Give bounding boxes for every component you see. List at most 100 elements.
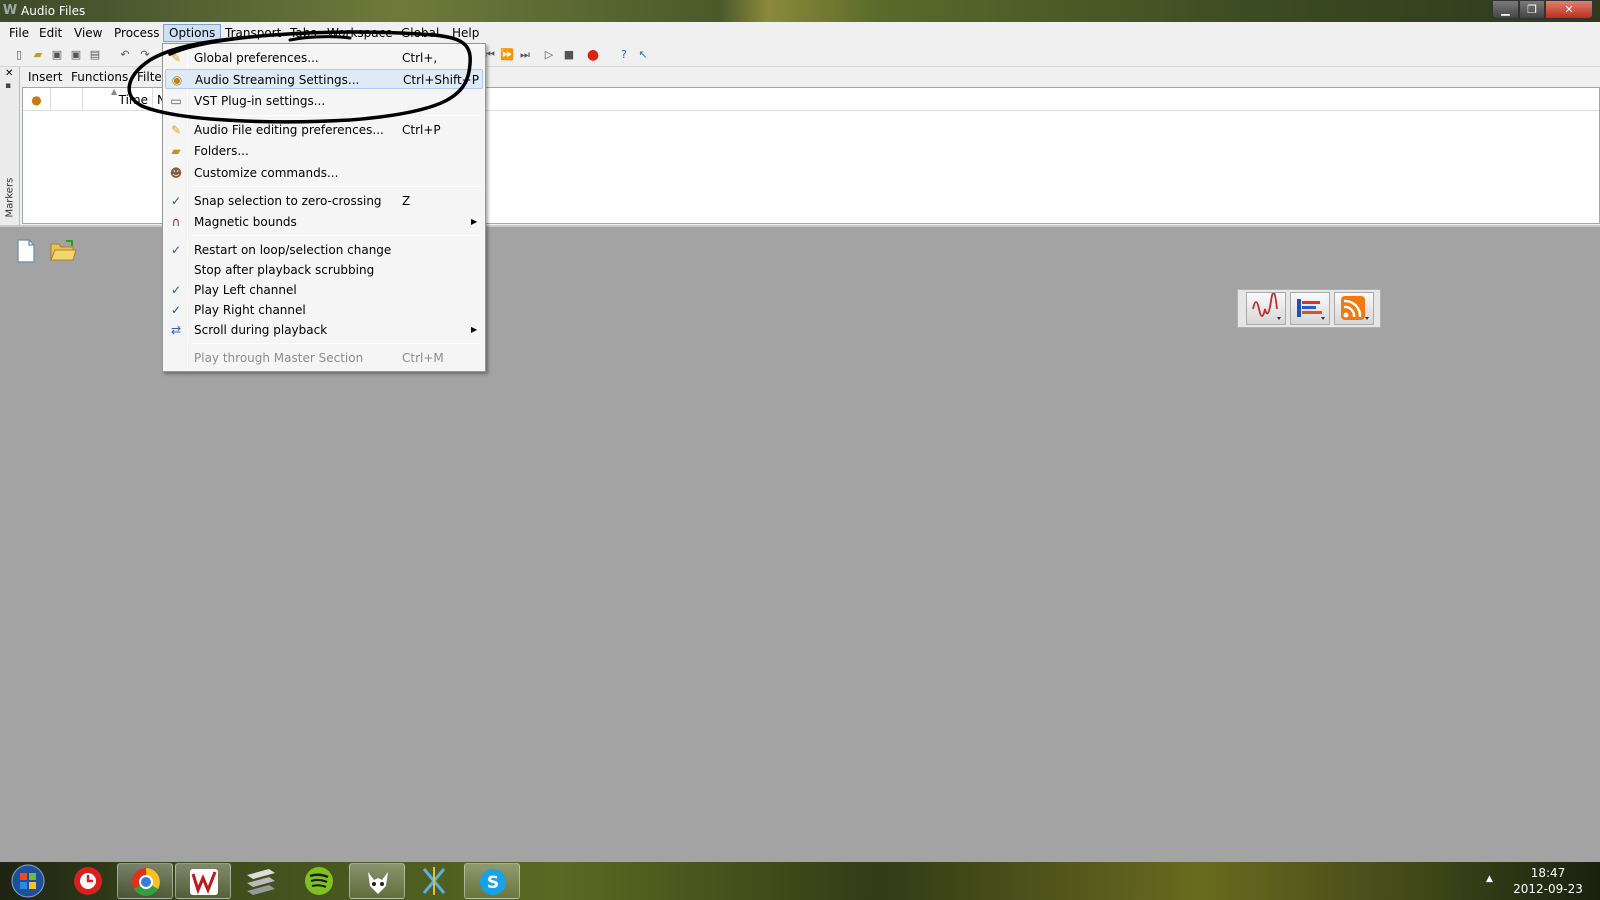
menu-tabs[interactable]: Tabs: [285, 24, 322, 42]
taskbar-spotify-icon[interactable]: [291, 863, 347, 899]
taskbar-wavelab-icon[interactable]: [175, 863, 231, 899]
menu-item-scroll-during-playback[interactable]: ⇄ Scroll during playback ▶: [165, 320, 483, 340]
menu-bar: File Edit View Process Options Transport…: [0, 22, 1600, 43]
menu-item-snap-zero-crossing[interactable]: ✓ Snap selection to zero-crossing Z: [165, 191, 483, 211]
menu-item-label: Snap selection to zero-crossing: [194, 194, 382, 208]
checkmark-icon: ✓: [170, 194, 182, 208]
montage-icon[interactable]: [1290, 292, 1330, 325]
menu-item-play-through-master-section[interactable]: Play through Master Section Ctrl+M: [165, 348, 483, 368]
menu-help[interactable]: Help: [447, 24, 484, 42]
menu-workspace[interactable]: Workspace: [322, 24, 398, 42]
menu-edit[interactable]: Edit: [34, 24, 67, 42]
menu-item-shortcut: Ctrl+,: [402, 51, 438, 65]
menu-item-label: Stop after playback scrubbing: [194, 263, 375, 277]
menu-separator: [191, 115, 481, 116]
menu-item-global-preferences[interactable]: ✎ Global preferences... Ctrl+,: [165, 48, 483, 68]
clock-date: 2012-09-23: [1513, 882, 1583, 896]
scroll-arrows-icon: ⇄: [170, 323, 182, 337]
magnet-icon: ∩: [171, 215, 181, 229]
tab-functions[interactable]: Functions: [65, 69, 134, 85]
menu-item-stop-after-scrubbing[interactable]: Stop after playback scrubbing: [165, 260, 483, 280]
checkmark-icon: ✓: [170, 303, 182, 317]
save-all-icon[interactable]: ▤: [88, 48, 102, 62]
taskbar: S ▲ 18:47 2012-09-23: [0, 862, 1600, 900]
open-folder-icon[interactable]: ▰: [31, 48, 45, 62]
menu-transport[interactable]: Transport: [220, 24, 286, 42]
taskbar-chrome-icon[interactable]: [117, 863, 173, 899]
menu-item-label: Play Left channel: [194, 283, 297, 297]
taskbar-steam-icon[interactable]: [233, 863, 289, 899]
submenu-arrow-icon: ▶: [471, 325, 478, 334]
title-bar: W Audio Files ▁ ❐ ✕: [0, 0, 1600, 22]
submenu-arrow-icon: ▶: [471, 217, 478, 226]
fast-forward-icon[interactable]: ⏩: [500, 48, 514, 62]
menu-item-label: Play through Master Section: [194, 351, 364, 365]
menu-global[interactable]: Global: [396, 24, 444, 42]
close-button[interactable]: ✕: [1545, 0, 1593, 19]
menu-view[interactable]: View: [69, 24, 107, 42]
menu-item-label: Play Right channel: [194, 303, 306, 317]
podcast-feed-icon[interactable]: [1334, 292, 1374, 325]
taskbar-skype-icon[interactable]: S: [464, 863, 520, 899]
tab-insert[interactable]: Insert: [22, 69, 68, 85]
menu-item-audio-file-editing-preferences[interactable]: ✎ Audio File editing preferences... Ctrl…: [165, 120, 483, 140]
open-folder-large-icon[interactable]: [49, 238, 77, 264]
app-icon: W: [2, 3, 18, 18]
menu-item-label: Audio Streaming Settings...: [195, 73, 360, 87]
svg-text:S: S: [487, 873, 499, 893]
menu-item-shortcut: Ctrl+P: [402, 123, 441, 137]
new-file-icon[interactable]: ▯: [12, 48, 26, 62]
show-hidden-icons-icon[interactable]: ▲: [1486, 874, 1493, 884]
menu-separator: [191, 343, 481, 344]
save-icon[interactable]: ▣: [50, 48, 64, 62]
window-title: Audio Files: [21, 4, 86, 18]
pin-panel-icon[interactable]: ▪: [5, 81, 11, 91]
menu-item-play-right-channel[interactable]: ✓ Play Right channel: [165, 300, 483, 320]
maximize-button[interactable]: ❐: [1519, 0, 1545, 19]
folder-icon: ▰: [171, 144, 181, 158]
menu-item-label: VST Plug-in settings...: [194, 94, 326, 108]
speaker-icon: ◉: [171, 73, 183, 87]
waveform-icon[interactable]: [1246, 291, 1286, 325]
taskbar-x-app-icon[interactable]: [406, 863, 462, 899]
help-icon[interactable]: ?: [617, 48, 631, 62]
menu-item-shortcut: Ctrl+Shift+P: [403, 73, 479, 87]
menu-item-shortcut: Z: [402, 194, 411, 208]
menu-file[interactable]: File: [4, 24, 34, 42]
save-as-icon[interactable]: ▣: [69, 48, 83, 62]
record-icon[interactable]: ●: [586, 48, 600, 62]
new-document-icon[interactable]: [14, 238, 38, 264]
stop-icon[interactable]: ■: [562, 48, 576, 62]
menu-item-play-left-channel[interactable]: ✓ Play Left channel: [165, 280, 483, 300]
menu-item-folders[interactable]: ▰ Folders...: [165, 141, 483, 161]
context-help-icon[interactable]: ↖: [636, 48, 650, 62]
minimize-button[interactable]: ▁: [1492, 0, 1519, 19]
clock-time: 18:47: [1530, 866, 1566, 880]
system-clock[interactable]: 18:47 2012-09-23: [1500, 865, 1596, 897]
menu-item-magnetic-bounds[interactable]: ∩ Magnetic bounds ▶: [165, 212, 483, 232]
menu-item-customize-commands[interactable]: ☻ Customize commands...: [165, 163, 483, 183]
close-panel-icon[interactable]: ✕: [5, 68, 13, 79]
menu-item-vst-plugin-settings[interactable]: ▭ VST Plug-in settings...: [165, 91, 483, 111]
options-dropdown-menu: ✎ Global preferences... Ctrl+, ◉ Audio S…: [162, 43, 486, 372]
play-icon[interactable]: ▷: [542, 48, 556, 62]
panel-side-strip: ✕ ▪ Markers: [0, 67, 20, 225]
menu-item-restart-on-loop[interactable]: ✓ Restart on loop/selection change: [165, 240, 483, 260]
menu-separator: [191, 235, 481, 236]
floating-toolbar: [1237, 289, 1381, 328]
menu-item-audio-streaming-settings[interactable]: ◉ Audio Streaming Settings... Ctrl+Shift…: [165, 69, 483, 89]
menu-separator: [191, 186, 481, 187]
taskbar-red-app-icon[interactable]: [60, 863, 116, 899]
undo-icon[interactable]: ↶: [118, 48, 132, 62]
skip-end-icon[interactable]: ⏭: [518, 48, 532, 62]
taskbar-foobar-icon[interactable]: [349, 863, 405, 899]
col-time[interactable]: ▲ Time: [83, 87, 153, 111]
checkmark-icon: ✓: [170, 283, 182, 297]
menu-process[interactable]: Process: [109, 24, 165, 42]
menu-item-label: Magnetic bounds: [194, 215, 297, 229]
start-button[interactable]: [2, 863, 52, 899]
menu-options[interactable]: Options: [163, 24, 222, 42]
menu-item-label: Global preferences...: [194, 51, 319, 65]
col-blank[interactable]: [51, 88, 83, 111]
redo-icon[interactable]: ↷: [138, 48, 152, 62]
